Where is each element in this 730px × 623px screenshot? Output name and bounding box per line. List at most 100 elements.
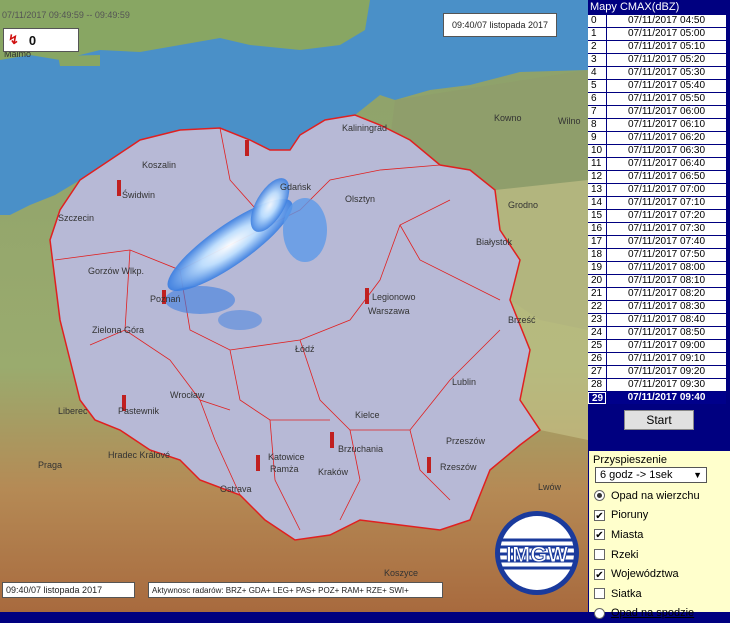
timestamp-item[interactable]: 2 07/11/2017 05:10: [588, 41, 730, 53]
timestamp-item[interactable]: 8 07/11/2017 06:10: [588, 119, 730, 131]
timestamp-value: 07/11/2017 08:00: [607, 262, 726, 274]
timestamp-index: 14: [588, 197, 606, 209]
timestamp-item[interactable]: 16 07/11/2017 07:30: [588, 223, 730, 235]
timestamp-item[interactable]: 12 07/11/2017 06:50: [588, 171, 730, 183]
timestamp-item[interactable]: 14 07/11/2017 07:10: [588, 197, 730, 209]
option-rzeki[interactable]: Rzeki: [589, 545, 730, 565]
radar-mast-icon: [245, 140, 249, 156]
timestamp-item[interactable]: 4 07/11/2017 05:30: [588, 67, 730, 79]
timestamp-value: 07/11/2017 09:30: [607, 379, 726, 391]
city-label: Kowno: [494, 113, 522, 123]
city-label: Koszalin: [142, 160, 176, 170]
timestamp-item[interactable]: 29 07/11/2017 09:40: [588, 392, 730, 404]
timestamp-value: 07/11/2017 06:20: [607, 132, 726, 144]
layer-checkbox[interactable]: [594, 549, 605, 561]
timestamp-item[interactable]: 26 07/11/2017 09:10: [588, 353, 730, 365]
timestamp-item[interactable]: 24 07/11/2017 08:50: [588, 327, 730, 339]
timestamp-value: 07/11/2017 09:20: [607, 366, 726, 378]
timestamp-item[interactable]: 28 07/11/2017 09:30: [588, 379, 730, 391]
speed-label: Przyspieszenie: [593, 454, 667, 466]
timestamp-item[interactable]: 27 07/11/2017 09:20: [588, 366, 730, 378]
speed-select[interactable]: 6 godz -> 1sek ▼: [595, 467, 707, 483]
city-label: Hradec Králové: [108, 450, 170, 460]
timestamp-value: 07/11/2017 05:50: [607, 93, 726, 105]
city-label: Ostrava: [220, 484, 252, 494]
city-label: Kielce: [355, 410, 380, 420]
timestamp-item[interactable]: 13 07/11/2017 07:00: [588, 184, 730, 196]
timestamp-index: 21: [588, 288, 606, 300]
timestamp-item[interactable]: 5 07/11/2017 05:40: [588, 80, 730, 92]
radar-mast-icon: [427, 457, 431, 473]
option-opad-na-wierzchu[interactable]: Opad na wierzchu: [589, 486, 730, 506]
timestamp-item[interactable]: 11 07/11/2017 06:40: [588, 158, 730, 170]
option-siatka[interactable]: Siatka: [589, 584, 730, 604]
city-label: Wrocław: [170, 390, 205, 400]
timestamp-value: 07/11/2017 05:20: [607, 54, 726, 66]
layer-checkbox[interactable]: ✔: [594, 568, 605, 581]
radar-mast-icon: [256, 455, 260, 471]
timestamp-item[interactable]: 22 07/11/2017 08:30: [588, 301, 730, 313]
timestamp-item[interactable]: 23 07/11/2017 08:40: [588, 314, 730, 326]
timestamp-index: 28: [588, 379, 606, 391]
timestamp-item[interactable]: 3 07/11/2017 05:20: [588, 54, 730, 66]
timestamp-item[interactable]: 6 07/11/2017 05:50: [588, 93, 730, 105]
layer-radio[interactable]: [594, 607, 605, 619]
timestamp-index: 25: [588, 340, 606, 352]
timestamp-value: 07/11/2017 07:40: [607, 236, 726, 248]
option-miasta[interactable]: ✔ Miasta: [589, 525, 730, 545]
city-label: Pastewnik: [118, 406, 160, 416]
timestamp-item[interactable]: 20 07/11/2017 08:10: [588, 275, 730, 287]
city-label: Legionowo: [372, 292, 416, 302]
timestamp-item[interactable]: 15 07/11/2017 07:20: [588, 210, 730, 222]
map-timestamp-label: 09:40/07 listopada 2017: [443, 13, 557, 37]
timestamp-item[interactable]: 7 07/11/2017 06:00: [588, 106, 730, 118]
timestamp-value: 07/11/2017 08:10: [607, 275, 726, 287]
option-województwa[interactable]: ✔ Województwa: [589, 564, 730, 584]
timestamp-index: 12: [588, 171, 606, 183]
radar-mast-icon: [117, 180, 121, 196]
option-opad-na-spodzie[interactable]: Opad na spodzie: [589, 604, 730, 623]
timestamp-index: 0: [588, 15, 606, 27]
city-label: Przeszów: [446, 436, 486, 446]
timestamp-index: 16: [588, 223, 606, 235]
option-label: Województwa: [611, 568, 679, 581]
timestamp-index: 5: [588, 80, 606, 92]
timestamp-item[interactable]: 10 07/11/2017 06:30: [588, 145, 730, 157]
option-pioruny[interactable]: ✔ Pioruny: [589, 506, 730, 526]
timestamp-index: 24: [588, 327, 606, 339]
timestamp-item[interactable]: 18 07/11/2017 07:50: [588, 249, 730, 261]
bornholm-island: [58, 55, 100, 66]
timestamp-item[interactable]: 1 07/11/2017 05:00: [588, 28, 730, 40]
timestamp-index: 26: [588, 353, 606, 365]
start-button[interactable]: Start: [624, 410, 694, 430]
timestamp-item[interactable]: 17 07/11/2017 07:40: [588, 236, 730, 248]
timestamp-item[interactable]: 9 07/11/2017 06:20: [588, 132, 730, 144]
city-label: Szczecin: [58, 213, 94, 223]
timestamp-item[interactable]: 0 07/11/2017 04:50: [588, 15, 730, 27]
layer-checkbox[interactable]: ✔: [594, 509, 605, 522]
timestamp-value: 07/11/2017 04:50: [607, 15, 726, 27]
logo-text: IMGW: [506, 542, 569, 567]
dropdown-arrow-icon: ▼: [693, 470, 702, 480]
layer-checkbox[interactable]: ✔: [594, 529, 605, 541]
timestamp-value: 07/11/2017 07:20: [607, 210, 726, 222]
timestamp-value: 07/11/2017 06:40: [607, 158, 726, 170]
city-label: Ramża: [270, 464, 299, 474]
timestamp-index: 7: [588, 106, 606, 118]
timestamp-item[interactable]: 25 07/11/2017 09:00: [588, 340, 730, 352]
city-label: Świdwin: [122, 189, 155, 200]
timestamp-value: 07/11/2017 06:00: [607, 106, 726, 118]
layer-checkbox[interactable]: [594, 588, 605, 600]
radar-activity-status: Aktywnosc radarów: BRZ+ GDA+ LEG+ PAS+ P…: [148, 582, 443, 598]
timestamp-item[interactable]: 19 07/11/2017 08:00: [588, 262, 730, 274]
radar-mast-icon: [365, 288, 369, 304]
layer-radio[interactable]: [594, 490, 605, 502]
timestamp-value: 07/11/2017 09:00: [607, 340, 726, 352]
timestamp-item[interactable]: 21 07/11/2017 08:20: [588, 288, 730, 300]
timestamp-list: 0 07/11/2017 04:50 1 07/11/2017 05:00 2 07/11…: [588, 15, 730, 404]
option-label: Opad na wierzchu: [611, 489, 700, 502]
timestamp-index: 18: [588, 249, 606, 261]
map-timestamp-bottom: 09:40/07 listopada 2017: [2, 582, 135, 598]
timestamp-index: 19: [588, 262, 606, 274]
timestamp-value: 07/11/2017 08:20: [607, 288, 726, 300]
